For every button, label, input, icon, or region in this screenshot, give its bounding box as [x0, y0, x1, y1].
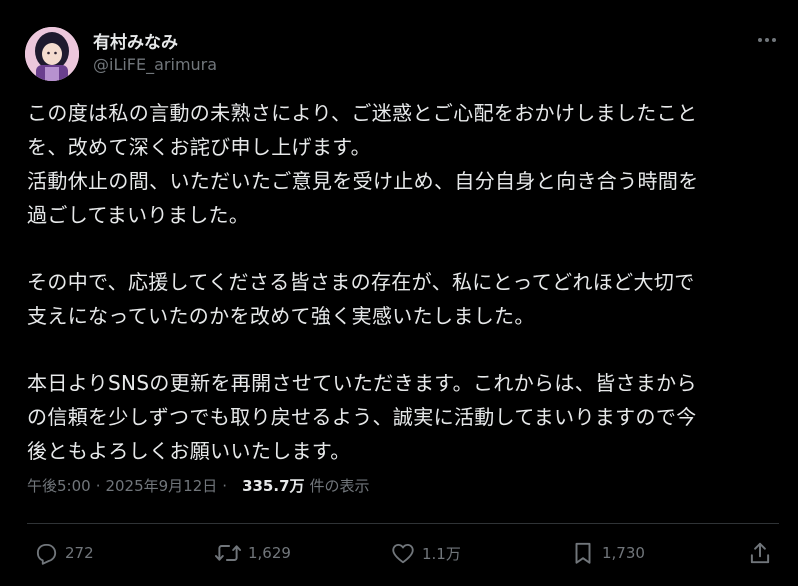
tweet-text-line: 本日よりSNSの更新を再開させていただきます。これからは、皆さまから	[27, 371, 697, 395]
heart-icon	[392, 543, 414, 564]
tweet-time[interactable]: 午後5:00	[27, 475, 91, 496]
repost-button[interactable]: 1,629	[214, 540, 291, 566]
views-label: 件の表示	[309, 477, 370, 495]
bookmark-button[interactable]: 1,730	[570, 540, 645, 566]
display-name[interactable]: 有村みなみ	[93, 28, 178, 53]
tweet-text-line: 過ごしてまいりました。	[27, 203, 250, 227]
reply-icon	[36, 543, 57, 565]
repost-icon	[214, 545, 242, 561]
bookmark-count: 1,730	[602, 544, 645, 562]
repost-count: 1,629	[248, 544, 291, 562]
tweet-text-line: 活動休止の間、いただいたご意見を受け止め、自分自身と向き合う時間を	[27, 169, 699, 193]
tweet-text-line: 支えになっていたのかを改めて強く実感いたしました。	[27, 304, 535, 328]
meta-separator: ·	[95, 476, 101, 495]
tweet-text-line: 後ともよろしくお願いいたします。	[27, 439, 351, 463]
more-horizontal-icon	[758, 38, 776, 42]
share-button[interactable]	[747, 540, 773, 566]
bookmark-icon	[575, 542, 591, 564]
user-handle[interactable]: @iLiFE_arimura	[93, 55, 217, 74]
reply-button[interactable]: 272	[33, 540, 94, 566]
action-bar: 272 1,629 1.1万 1,730	[0, 524, 798, 586]
share-icon	[750, 542, 770, 564]
avatar-image	[25, 27, 79, 81]
tweet-text-line: を、改めて深くお詫び申し上げます。	[27, 135, 371, 159]
tweet-text: この度は私の言動の未熟さにより、ご迷惑とご心配をおかけしましたこと を、改めて深…	[27, 96, 779, 468]
tweet-meta: 午後5:00 · 2025年9月12日 · 335.7万 件の表示	[27, 475, 370, 496]
tweet-text-line: の信頼を少しずつでも取り戻せるよう、誠実に活動してまいりますので今	[27, 405, 697, 429]
tweet-date[interactable]: 2025年9月12日	[105, 475, 217, 496]
tweet-text-line: その中で、応援してくださる皆さまの存在が、私にとってどれほど大切で	[27, 270, 695, 294]
reply-count: 272	[65, 544, 94, 562]
more-options-button[interactable]	[752, 26, 782, 54]
views-count[interactable]: 335.7万	[242, 475, 304, 496]
meta-separator: ·	[222, 476, 228, 495]
avatar[interactable]	[25, 27, 79, 81]
like-button[interactable]: 1.1万	[390, 540, 461, 566]
tweet-text-line: この度は私の言動の未熟さにより、ご迷惑とご心配をおかけしましたこと	[27, 101, 698, 125]
like-count: 1.1万	[422, 544, 461, 563]
